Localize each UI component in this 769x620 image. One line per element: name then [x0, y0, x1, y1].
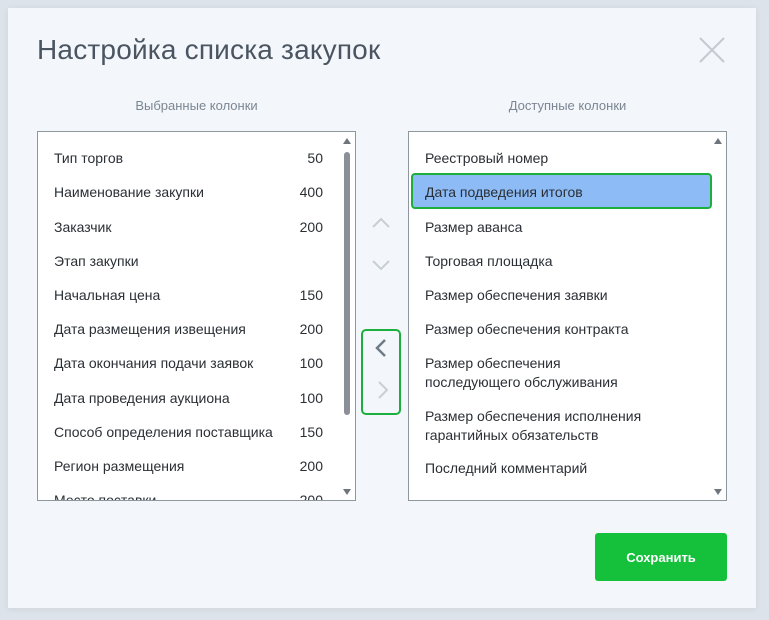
chevron-right-icon[interactable] [370, 378, 394, 402]
column-label: Размер обеспечения контракта [425, 321, 629, 337]
save-button[interactable]: Сохранить [595, 533, 727, 581]
column-label: Регион размещения [54, 458, 185, 474]
chevron-left-icon[interactable] [370, 336, 394, 360]
column-label: Последний комментарий [425, 460, 588, 476]
scroll-down-icon[interactable] [714, 489, 722, 495]
column-label: Размер аванса [425, 219, 523, 235]
column-width: 150 [299, 424, 323, 440]
column-label: Дата подведения итогов [425, 184, 583, 200]
column-width: 400 [299, 184, 323, 200]
close-icon[interactable] [698, 36, 726, 64]
column-label: Размер обеспечения исполнения гарантийны… [425, 408, 642, 443]
scroll-down-icon[interactable] [343, 489, 351, 495]
column-label: Способ определения поставщика [54, 424, 273, 440]
column-label: Тип торгов [54, 150, 124, 166]
column-width: 100 [299, 355, 323, 371]
column-label: Торговая площадка [425, 253, 553, 269]
column-width: 200 [299, 321, 323, 337]
column-label: Размер обеспечения последующего обслужив… [425, 355, 618, 390]
column-label: Начальная цена [54, 287, 161, 303]
column-label: Дата проведения аукциона [54, 390, 230, 406]
scroll-up-icon[interactable] [343, 138, 351, 144]
column-label: Размер обеспечения заявки [425, 287, 608, 303]
chevron-up-icon[interactable] [369, 211, 393, 235]
column-width: 200 [299, 492, 323, 501]
scroll-up-icon[interactable] [714, 138, 722, 144]
available-columns-list[interactable]: Реестровый номер Дата подведения итогов Ра… [408, 131, 727, 501]
column-label: Реестровый номер [425, 150, 549, 166]
column-label: Место поставки [54, 492, 157, 501]
chevron-down-icon[interactable] [369, 253, 393, 277]
column-label: Дата окончания подачи заявок [54, 355, 254, 371]
column-width: 200 [299, 458, 323, 474]
dialog: Настройка списка закупок Выбранные колон… [8, 8, 756, 608]
column-label: Наименование закупки [54, 184, 204, 200]
column-label: Дата размещения извещения [54, 321, 246, 337]
scrollbar[interactable] [339, 132, 355, 500]
selected-columns-title: Выбранные колонки [135, 98, 258, 113]
column-width: 50 [307, 150, 323, 166]
selected-columns-list[interactable]: Тип торгов 50 Наименование закупки 400 Заказ… [37, 131, 356, 501]
column-label: Этап закупки [54, 253, 139, 269]
column-width: 200 [299, 219, 323, 235]
column-label: Заказчик [54, 219, 112, 235]
scrollbar[interactable] [710, 132, 726, 500]
dialog-title: Настройка списка закупок [37, 34, 381, 65]
column-width: 100 [299, 390, 323, 406]
scrollbar-thumb[interactable] [344, 152, 350, 415]
available-columns-title: Доступные колонки [508, 98, 627, 113]
column-width: 150 [299, 287, 323, 303]
